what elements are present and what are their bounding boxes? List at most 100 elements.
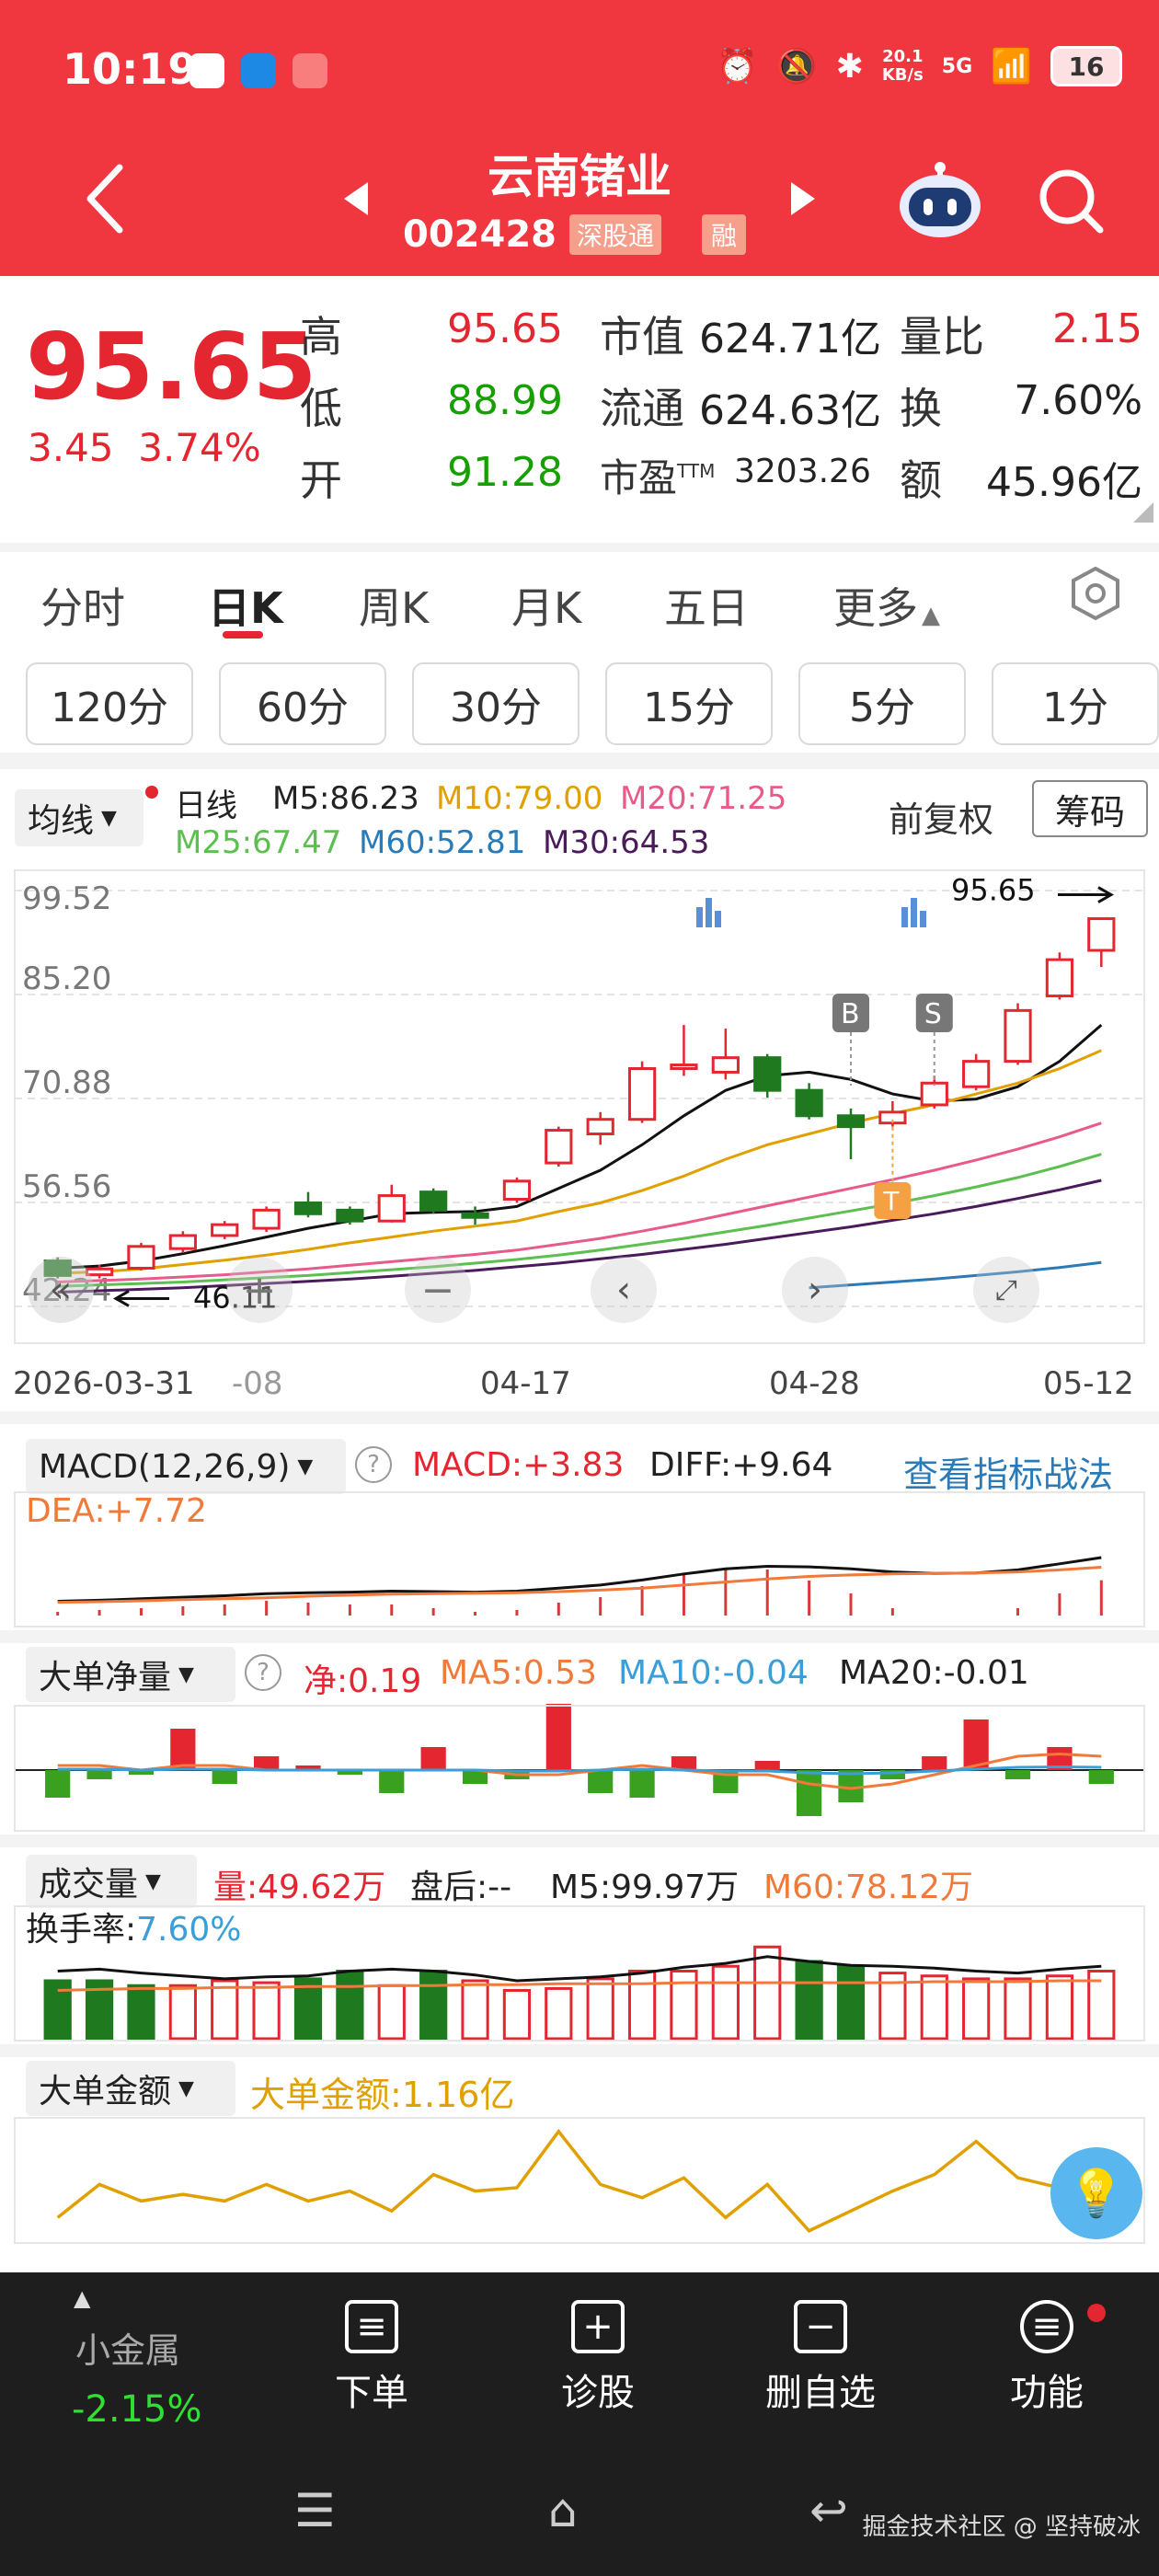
app-notification-icon	[241, 53, 276, 88]
event-icon-bar	[696, 907, 703, 927]
event-icon-bar	[911, 898, 917, 927]
bignet-ma10: MA10:-0.04	[618, 1654, 809, 1692]
candle-body	[711, 1056, 740, 1074]
lightbulb-icon[interactable]: 💡	[1050, 2147, 1142, 2239]
bignet-ma5: MA5:0.53	[440, 1654, 597, 1692]
mktcap-value: 624.71亿	[699, 316, 881, 362]
chips-button[interactable]: 筹码	[1032, 780, 1148, 837]
menu-icon: ≡	[1020, 2300, 1073, 2353]
adjust-mode[interactable]: 前复权	[889, 791, 993, 842]
status-time: 10:19	[63, 44, 198, 94]
net-bar	[588, 1770, 614, 1793]
volume-bar	[1045, 1974, 1074, 2041]
volume-bar	[168, 1984, 197, 2041]
back-nav-icon[interactable]: ↩	[809, 2484, 848, 2537]
tab-monthly-k[interactable]: 月K	[511, 575, 581, 636]
separator	[0, 1630, 1159, 1643]
volume-bar	[211, 1979, 239, 2041]
caret-down-icon: ▼	[101, 806, 117, 830]
caret-down-icon: ▼	[145, 1869, 161, 1893]
candle-body	[670, 1064, 698, 1070]
watermark: 掘金技术社区 @ 坚持破冰	[862, 2513, 1141, 2541]
candle-body	[836, 1114, 866, 1129]
home-icon[interactable]: ⌂	[548, 2484, 578, 2537]
fullscreen-icon[interactable]: ⤢	[973, 1257, 1039, 1323]
volume-bar	[836, 1964, 866, 2041]
event-icon	[696, 898, 721, 927]
battery-icon: 16	[1050, 46, 1122, 86]
nav-order[interactable]: ≡ 下单	[335, 2300, 408, 2416]
amount-value: 45.96亿	[986, 459, 1142, 506]
bignet-select[interactable]: 大单净量 ▼	[26, 1647, 235, 1702]
net-bar	[45, 1770, 71, 1798]
remove-icon: −	[794, 2300, 847, 2353]
step-right-icon[interactable]: ›	[782, 1257, 848, 1323]
net-bar	[212, 1770, 237, 1784]
period-60min[interactable]: 60分	[219, 662, 386, 745]
net-bar	[754, 1761, 780, 1770]
candle-body	[461, 1212, 489, 1219]
volume-select[interactable]: 成交量 ▼	[26, 1855, 197, 1908]
volratio-label: 量比	[900, 312, 984, 362]
net-bar	[86, 1770, 112, 1779]
search-icon[interactable]	[1036, 166, 1106, 236]
nav-diagnose[interactable]: + 诊股	[561, 2300, 635, 2416]
tab-more[interactable]: 更多 ▲	[833, 575, 940, 636]
high-label: 高	[300, 312, 342, 362]
bigamt-select[interactable]: 大单金额 ▼	[26, 2061, 235, 2116]
volume-bar	[753, 1945, 782, 2041]
nav-functions[interactable]: ≡ 功能	[1010, 2300, 1084, 2416]
zoom-out-icon[interactable]: −	[405, 1257, 471, 1323]
ma-select[interactable]: 均线 ▼	[15, 789, 143, 846]
settings-hex-icon[interactable]	[1067, 565, 1124, 622]
macd-chart	[14, 1491, 1145, 1627]
sector-name[interactable]: 小金属	[75, 2322, 180, 2373]
volume-bar	[252, 1981, 281, 2041]
separator	[0, 2044, 1159, 2057]
volume-bar	[545, 1986, 573, 2041]
bignet-ma20: MA20:-0.01	[839, 1654, 1029, 1692]
ma10-label: M10:79.00	[436, 780, 603, 817]
period-120min[interactable]: 120分	[26, 662, 193, 745]
open-value: 91.28	[447, 449, 563, 496]
step-left-icon[interactable]: ‹	[591, 1257, 657, 1323]
tab-five-day[interactable]: 五日	[664, 575, 749, 636]
recent-apps-icon[interactable]: ☰	[294, 2484, 336, 2537]
net-speed: 20.1 KB/s	[881, 47, 924, 85]
volume-bar	[627, 1970, 657, 2041]
zoom-in-icon[interactable]: +	[226, 1257, 293, 1323]
robot-assistant-icon[interactable]	[896, 158, 984, 241]
turnover-value: 7.60%	[1014, 377, 1142, 424]
tab-intraday[interactable]: 分时	[40, 575, 125, 636]
y-tick-label: 70.88	[22, 1064, 111, 1101]
nav-remove-watch[interactable]: − 删自选	[765, 2300, 876, 2416]
period-1min[interactable]: 1分	[992, 662, 1159, 745]
period-5min[interactable]: 5分	[798, 662, 966, 745]
candle-body	[920, 1081, 948, 1107]
help-icon[interactable]: ?	[355, 1446, 392, 1483]
volratio-value: 2.15	[1052, 305, 1142, 352]
vol-value: 量:49.62万	[213, 1869, 386, 1906]
strategy-link[interactable]: 查看指标战法	[903, 1446, 1113, 1497]
bignet-chart	[14, 1704, 1145, 1832]
volume-bar	[586, 1977, 614, 2041]
high-arrow	[1058, 886, 1115, 903]
low-label: 低	[300, 384, 342, 433]
alarm-icon: ⏰	[717, 48, 758, 86]
margin-tag: 融	[702, 214, 747, 255]
header: 10:19 ⏰ 🔕 ✱ 20.1 KB/s 5G 📶 16 云南锗业 00242…	[0, 0, 1159, 276]
candle-body	[419, 1190, 448, 1212]
volume-bar	[377, 1984, 406, 2041]
rewind-icon[interactable]: «	[28, 1257, 94, 1323]
expand-corner-icon[interactable]	[1133, 502, 1153, 523]
tab-daily-k[interactable]: 日K	[208, 575, 283, 636]
candle-body	[795, 1088, 823, 1118]
kline-chart[interactable]: 99.5285.2070.8856.5642.2495.6546.11B ST	[0, 865, 1159, 1398]
macd-value: MACD:+3.83	[412, 1446, 625, 1484]
float-label: 流通	[600, 384, 684, 433]
period-30min[interactable]: 30分	[412, 662, 580, 745]
period-15min[interactable]: 15分	[605, 662, 773, 745]
help-icon[interactable]: ?	[245, 1654, 281, 1691]
tab-weekly-k[interactable]: 周K	[359, 575, 429, 636]
macd-select[interactable]: MACD(12,26,9) ▼	[26, 1439, 346, 1494]
